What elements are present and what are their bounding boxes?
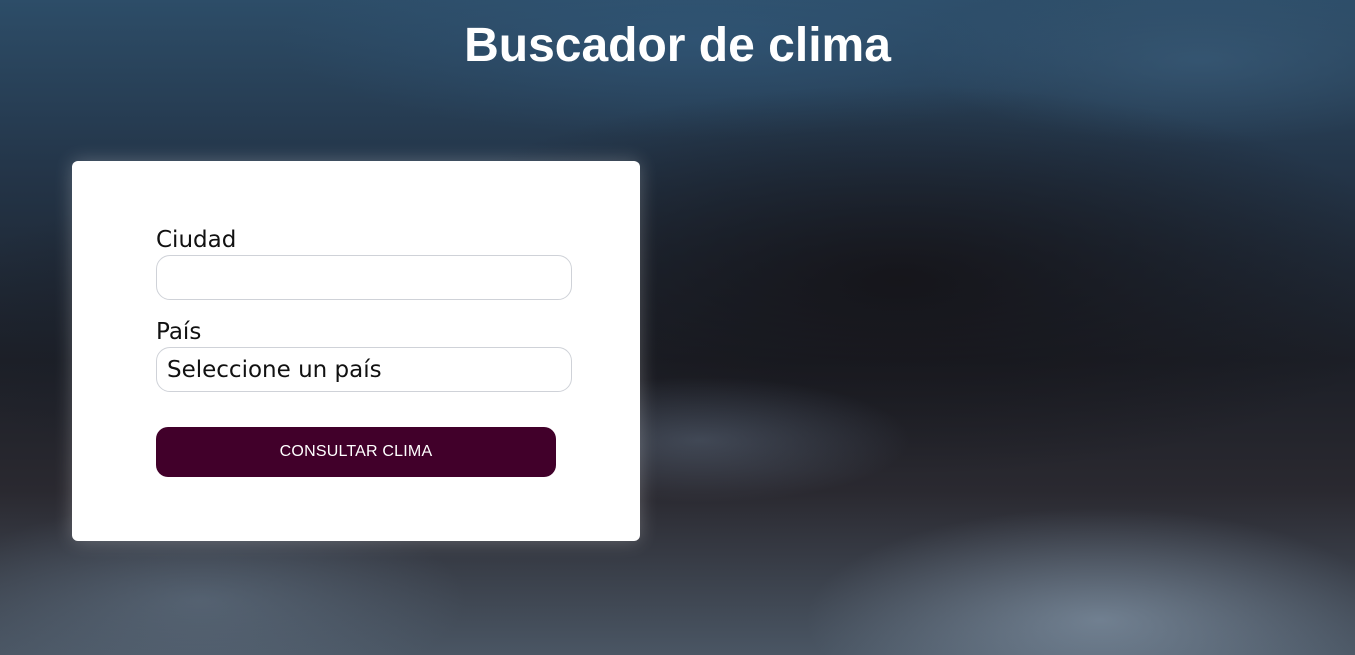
country-select[interactable]: Seleccione un país <box>156 347 572 392</box>
country-label: País <box>156 319 202 345</box>
city-input[interactable] <box>157 256 571 299</box>
city-field-wrapper <box>156 255 572 300</box>
weather-form-card: Ciudad País Seleccione un país CONSULTAR… <box>72 161 640 541</box>
city-label: Ciudad <box>156 227 237 253</box>
page-title: Buscador de clima <box>464 19 891 72</box>
check-weather-button[interactable]: CONSULTAR CLIMA <box>156 427 556 477</box>
country-select-value: Seleccione un país <box>167 356 382 383</box>
